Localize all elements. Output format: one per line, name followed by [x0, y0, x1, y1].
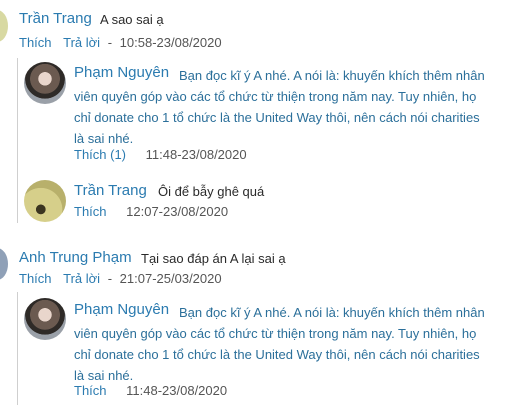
- comment-author[interactable]: Trần Trang: [19, 10, 92, 27]
- reply-time: 11:48-23/08/2020: [126, 383, 228, 398]
- separator: -: [107, 35, 113, 50]
- comment-text: Tại sao đáp án A lại sai ạ: [141, 251, 286, 266]
- reply-text: Bạn đọc kĩ ý A nhé. A nói là: khuyến khí…: [74, 68, 485, 146]
- thread-line: [17, 292, 18, 405]
- avatar[interactable]: [0, 248, 8, 280]
- comment-time: 10:58-23/08/2020: [119, 35, 222, 50]
- like-button[interactable]: Thích: [74, 204, 107, 219]
- like-button[interactable]: Thích: [19, 35, 52, 50]
- avatar[interactable]: [24, 180, 66, 222]
- comment-time: 21:07-25/03/2020: [119, 271, 222, 286]
- reply-text: Ôi để bẫy ghê quá: [158, 184, 265, 199]
- like-button[interactable]: Thích: [74, 383, 107, 398]
- reply-button[interactable]: Trả lời: [63, 35, 100, 50]
- comment-text: A sao sai ạ: [100, 12, 164, 27]
- like-button[interactable]: Thích: [19, 271, 52, 286]
- avatar[interactable]: [0, 10, 8, 42]
- reply-text: Bạn đọc kĩ ý A nhé. A nói là: khuyến khí…: [74, 305, 485, 383]
- avatar[interactable]: [24, 298, 66, 340]
- reply-time: 12:07-23/08/2020: [126, 204, 229, 219]
- comment-author[interactable]: Anh Trung Phạm: [19, 249, 132, 266]
- reply-button[interactable]: Trả lời: [63, 271, 100, 286]
- reply-time: 11:48-23/08/2020: [145, 147, 247, 162]
- thread-line: [17, 58, 18, 223]
- like-button[interactable]: Thích (1): [74, 147, 126, 162]
- avatar[interactable]: [24, 62, 66, 104]
- reply-author[interactable]: Trần Trang: [74, 182, 147, 199]
- separator: -: [107, 271, 113, 286]
